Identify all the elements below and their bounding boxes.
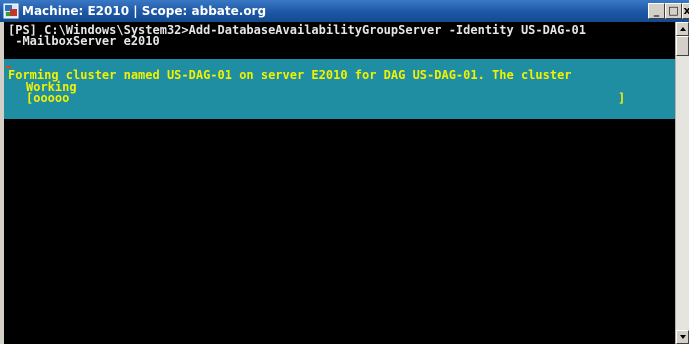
minimize-button[interactable]: _ [648, 3, 665, 19]
console-output-area[interactable]: [PS] C:\Windows\System32>Add-DatabaseAva… [4, 22, 675, 344]
progress-activity: Forming cluster named US-DAG-01 on serve… [8, 68, 572, 82]
command-continuation-line: -MailboxServer e2010 [8, 34, 160, 48]
title-bar[interactable]: Machine: E2010 | Scope: abbate.org _ □ x [0, 0, 689, 22]
vertical-scrollbar[interactable] [675, 22, 689, 344]
close-button[interactable]: x [682, 3, 689, 19]
powershell-console-icon[interactable] [3, 3, 19, 19]
window-title: Machine: E2010 | Scope: abbate.org [22, 4, 267, 18]
scroll-up-button[interactable] [676, 22, 689, 36]
arrow-up-icon [680, 27, 686, 31]
progress-bar-fill: [ooooo [26, 91, 70, 105]
maximize-button[interactable]: □ [665, 3, 682, 19]
scroll-thumb[interactable] [676, 36, 689, 56]
progress-panel: Forming cluster named US-DAG-01 on serve… [4, 59, 675, 119]
scroll-down-button[interactable] [676, 330, 689, 344]
arrow-down-icon [680, 335, 686, 339]
progress-bar-end: ] [618, 91, 626, 105]
console-window: Machine: E2010 | Scope: abbate.org _ □ x… [0, 0, 689, 344]
